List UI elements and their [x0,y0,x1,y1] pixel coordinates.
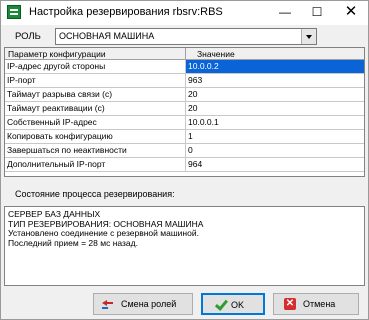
swap-roles-label: Смена ролей [121,299,177,309]
chevron-down-icon[interactable] [301,29,316,44]
role-dropdown-value: ОСНОВНАЯ МАШИНА [59,31,155,41]
param-cell: Таймаут реактивации (с) [5,102,186,115]
swap-roles-button[interactable]: Смена ролей [93,293,193,315]
cancel-label: Отмена [303,299,336,309]
status-section-title: Состояние процесса резервирования: [15,189,175,199]
ok-button[interactable]: OK [201,293,265,315]
window-title: Настройка резервирования rbsrv:RBS [29,6,223,18]
table-row[interactable]: IP-адрес другой стороны 10.0.0.2 [5,60,364,74]
param-cell: IP-адрес другой стороны [5,60,186,73]
cancel-button[interactable]: ✕ Отмена [273,293,359,315]
settings-window: Настройка резервирования rbsrv:RBS — ☐ ✕… [0,0,369,320]
cancel-x-icon: ✕ [284,298,296,310]
app-icon [7,5,21,19]
value-cell[interactable]: 1 [186,130,364,143]
minimize-button[interactable]: — [269,1,301,25]
value-cell[interactable]: 10.0.0.1 [186,116,364,129]
ok-label: OK [231,300,245,310]
value-cell[interactable]: 0 [186,144,364,157]
table-row[interactable]: IP-порт 963 [5,74,364,88]
table-row[interactable]: Завершаться по неактивности 0 [5,144,364,158]
value-cell[interactable]: 964 [186,158,364,171]
grid-header: Параметр конфигурации Значение [5,48,364,60]
config-grid: Параметр конфигурации Значение IP-адрес … [4,47,365,177]
role-dropdown[interactable]: ОСНОВНАЯ МАШИНА [55,28,317,45]
column-header-parameter[interactable]: Параметр конфигурации [5,48,186,60]
table-row[interactable]: Копировать конфигурацию 1 [5,130,364,144]
title-bar[interactable]: Настройка резервирования rbsrv:RBS — ☐ ✕ [1,1,368,25]
param-cell: IP-порт [5,74,186,87]
value-cell[interactable]: 20 [186,88,364,101]
role-label: РОЛЬ [15,31,41,42]
table-row[interactable]: Таймаут реактивации (с) 20 [5,102,364,116]
status-log[interactable]: СЕРВЕР БАЗ ДАННЫХ ТИП РЕЗЕРВИРОВАНИЯ: ОС… [4,206,365,286]
maximize-button[interactable]: ☐ [301,1,333,25]
param-cell: Завершаться по неактивности [5,144,186,157]
swap-arrows-icon [102,298,114,310]
param-cell: Таймаут разрыва связи (c) [5,88,186,101]
param-cell: Копировать конфигурацию [5,130,186,143]
table-row[interactable]: Собственный IP-адрес 10.0.0.1 [5,116,364,130]
table-row[interactable]: Дополнительный IP-порт 964 [5,158,364,172]
checkmark-icon [215,298,227,310]
column-header-value[interactable]: Значение [186,48,364,60]
param-cell: Дополнительный IP-порт [5,158,186,171]
status-line: Последний прием = 28 мс назад. [8,237,138,248]
value-cell[interactable]: 963 [186,74,364,87]
close-button[interactable]: ✕ [335,1,367,25]
value-cell[interactable]: 20 [186,102,364,115]
table-row[interactable]: Таймаут разрыва связи (c) 20 [5,88,364,102]
param-cell: Собственный IP-адрес [5,116,186,129]
value-cell[interactable]: 10.0.0.2 [186,60,364,73]
